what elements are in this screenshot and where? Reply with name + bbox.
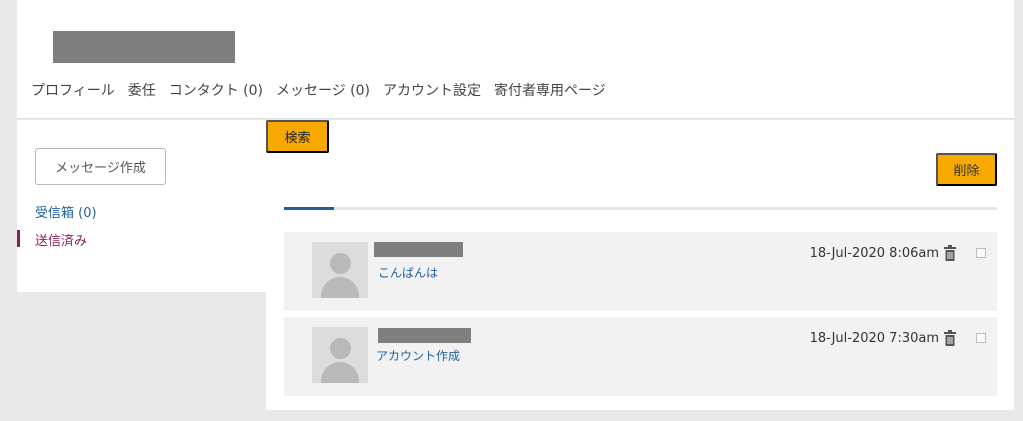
message-subject[interactable]: アカウント作成: [376, 347, 460, 364]
list-progress-track: [284, 207, 997, 210]
delete-button[interactable]: 削除: [936, 153, 997, 186]
compose-message-button[interactable]: メッセージ作成: [35, 148, 166, 185]
nav-delegation[interactable]: 委任: [128, 80, 156, 100]
nav-profile[interactable]: プロフィール: [31, 80, 115, 100]
message-select-checkbox[interactable]: [976, 248, 986, 258]
trash-icon[interactable]: [944, 330, 956, 346]
message-subject[interactable]: こんばんは: [378, 264, 438, 281]
nav-donor-page[interactable]: 寄付者専用ページ: [494, 80, 606, 100]
profile-nav: プロフィール 委任 コンタクト (0) メッセージ (0) アカウント設定 寄付…: [31, 80, 606, 100]
sender-name-redacted: [378, 328, 471, 343]
search-button[interactable]: 検索: [266, 120, 329, 153]
avatar-placeholder-icon: [312, 242, 368, 298]
profile-name-redacted: [53, 31, 235, 63]
message-sidebar: メッセージ作成 受信箱 (0) 送信済み: [17, 120, 266, 292]
trash-icon[interactable]: [944, 245, 956, 261]
message-row[interactable]: アカウント作成 18-Jul-2020 7:30am: [284, 317, 997, 396]
nav-messages[interactable]: メッセージ (0): [276, 80, 370, 100]
message-date: 18-Jul-2020 8:06am: [809, 246, 939, 261]
message-select-checkbox[interactable]: [976, 333, 986, 343]
profile-header: プロフィール 委任 コンタクト (0) メッセージ (0) アカウント設定 寄付…: [17, 0, 1014, 119]
folder-sent[interactable]: 送信済み: [35, 230, 87, 249]
list-progress-fill: [284, 207, 334, 210]
nav-contacts[interactable]: コンタクト (0): [169, 80, 263, 100]
message-list-panel: 検索 削除 こんばんは 18-Jul-2020 8:06am アカウント作成 1…: [266, 120, 1014, 410]
folder-inbox[interactable]: 受信箱 (0): [35, 202, 97, 221]
nav-account-settings[interactable]: アカウント設定: [383, 80, 481, 100]
message-row[interactable]: こんばんは 18-Jul-2020 8:06am: [284, 232, 997, 311]
message-date: 18-Jul-2020 7:30am: [809, 331, 939, 346]
avatar-placeholder-icon: [312, 327, 368, 383]
sender-name-redacted: [374, 242, 463, 257]
active-folder-indicator: [17, 230, 20, 247]
